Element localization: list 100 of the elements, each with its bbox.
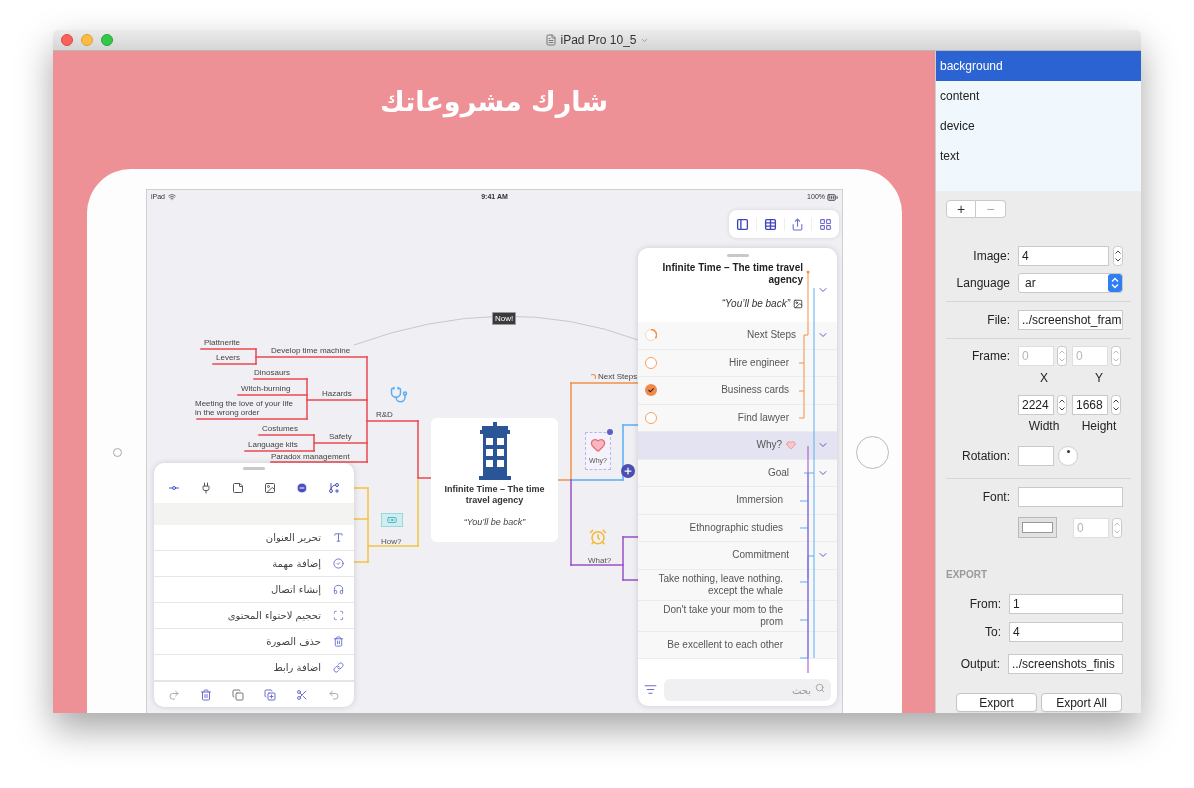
outline-row[interactable]: Take nothing, leave nothing. except the whale (638, 569, 837, 601)
task-checkbox[interactable] (645, 411, 657, 424)
outline-item-label: Ethnographic studies (689, 521, 783, 534)
outline-row[interactable]: Don't take your mom to the prom (638, 600, 837, 632)
topic-label[interactable]: Dinosaurs (254, 368, 290, 377)
menu-item[interactable]: تحجيم لاحتواء المحتوى (154, 603, 354, 629)
topic-label[interactable]: Next Steps (598, 372, 638, 381)
layer-item[interactable]: background (936, 51, 1141, 81)
height-field[interactable]: 1668 (1072, 395, 1108, 415)
branch-add-icon[interactable] (328, 482, 340, 494)
police-box-icon (478, 422, 511, 480)
field-label: Frame: (971, 348, 1011, 365)
menu-item[interactable]: اضافة رابط (154, 655, 354, 681)
headphones-icon (333, 584, 344, 595)
task-checkbox[interactable] (645, 356, 657, 369)
layer-item[interactable]: content (936, 81, 1141, 111)
minimize-button[interactable] (81, 34, 93, 46)
task-checkbox[interactable] (645, 384, 657, 397)
width-field[interactable]: 2224 (1018, 395, 1054, 415)
plus-icon (623, 466, 633, 476)
file-field[interactable]: ../screenshot_fram (1018, 310, 1123, 330)
stethoscope-icon (390, 386, 408, 404)
stepper[interactable] (1113, 246, 1123, 266)
outline-item-label: Find lawyer (737, 411, 789, 424)
outline-row[interactable]: Business cards (638, 377, 837, 405)
filter-icon[interactable] (644, 682, 657, 696)
topic-label[interactable]: Develop time machine (271, 346, 351, 355)
search-field[interactable]: بحث (664, 679, 831, 702)
font-field[interactable] (1018, 487, 1123, 507)
close-button[interactable] (61, 34, 73, 46)
topic-label[interactable]: Plattnerite (204, 338, 241, 347)
grid-icon[interactable] (819, 217, 833, 231)
undo-icon[interactable] (328, 688, 340, 701)
topic-label[interactable]: Levers (216, 353, 240, 362)
plug-icon[interactable] (200, 482, 212, 494)
trash-icon[interactable] (200, 688, 212, 701)
battery-icon (827, 191, 838, 203)
outline-item-label: Goal (767, 466, 789, 479)
stepper[interactable] (1111, 395, 1121, 415)
outline-row[interactable]: Why? (638, 432, 837, 460)
topic-label[interactable]: Witch-burning (241, 384, 291, 393)
language-dropdown[interactable]: ar (1018, 273, 1123, 293)
topic-label[interactable]: What? (588, 555, 612, 567)
outline-row[interactable]: Commitment (638, 542, 837, 570)
outline-row[interactable]: Be excellent to each other (638, 631, 837, 659)
table-icon[interactable] (763, 217, 777, 231)
menu-item[interactable]: حذف الصورة (154, 629, 354, 655)
search-icon (815, 682, 825, 693)
stepper[interactable] (1057, 395, 1067, 415)
outline-item-label: Hire engineer (728, 356, 789, 369)
topic-label[interactable]: Meeting the love of your life in the wrong order (195, 399, 295, 417)
add-button[interactable]: + (946, 200, 976, 218)
outline-row[interactable]: Hire engineer (638, 349, 837, 377)
image-field[interactable]: 4 (1018, 246, 1109, 266)
grabber-handle[interactable] (726, 253, 749, 257)
check-circle-icon (333, 558, 344, 569)
rotation-field[interactable] (1018, 446, 1054, 466)
export-button[interactable]: Export (956, 693, 1037, 712)
layer-item[interactable]: device (936, 111, 1141, 141)
outline-title[interactable]: Infinite Time – The time travel agency (658, 262, 803, 286)
minus-circle-icon[interactable] (296, 482, 308, 494)
menu-item[interactable]: إنشاء اتصال (154, 577, 354, 603)
duplicate-icon[interactable] (264, 688, 276, 701)
outline-item-label: Business cards (721, 384, 789, 397)
outline-item-label: Don't take your mom to the prom (662, 603, 783, 628)
zoom-button[interactable] (101, 34, 113, 46)
outline-row[interactable]: Next Steps (638, 322, 837, 350)
add-topic-button[interactable] (621, 464, 635, 478)
color-well[interactable] (1018, 517, 1057, 538)
field-caption: Height (1080, 418, 1118, 435)
topic-label[interactable]: Language kits (248, 440, 298, 449)
sidebar-icon[interactable] (735, 217, 749, 231)
topic-label[interactable]: Safety (329, 432, 352, 441)
layer-item[interactable]: text (936, 141, 1141, 171)
topic-label[interactable]: Paradox management (271, 452, 350, 461)
image-icon[interactable] (264, 482, 276, 494)
export-all-button[interactable]: Export All (1041, 693, 1122, 712)
scissors-icon[interactable] (296, 688, 308, 701)
menu-item[interactable]: تحرير العنوان (154, 525, 354, 551)
outline-row[interactable]: Immersion (638, 487, 837, 515)
redo-icon[interactable] (168, 688, 180, 701)
topic-label[interactable]: Hazards (322, 389, 352, 398)
progress-ring (645, 329, 657, 342)
note-icon[interactable] (232, 482, 244, 494)
central-topic-card[interactable]: Infinite Time – The time travel agency “You’ll be back” (431, 418, 558, 542)
topic-label[interactable]: Costumes (262, 424, 298, 433)
to-field[interactable]: 4 (1009, 622, 1123, 642)
outline-row[interactable]: Goal (638, 459, 837, 487)
share-icon[interactable] (791, 217, 805, 231)
copy-icon[interactable] (232, 688, 244, 701)
document-icon (545, 34, 558, 46)
topic-label[interactable]: R&D (376, 410, 393, 419)
grabber-handle[interactable] (243, 466, 265, 470)
outline-row[interactable]: Find lawyer (638, 404, 837, 432)
outline-row[interactable]: Ethnographic studies (638, 514, 837, 542)
output-field[interactable]: ../screenshots_finis (1008, 654, 1123, 674)
rotation-knob[interactable] (1058, 446, 1078, 466)
menu-item[interactable]: إضافة مهمة (154, 551, 354, 577)
from-field[interactable]: 1 (1009, 594, 1123, 614)
topic-label[interactable]: How? (381, 536, 402, 548)
